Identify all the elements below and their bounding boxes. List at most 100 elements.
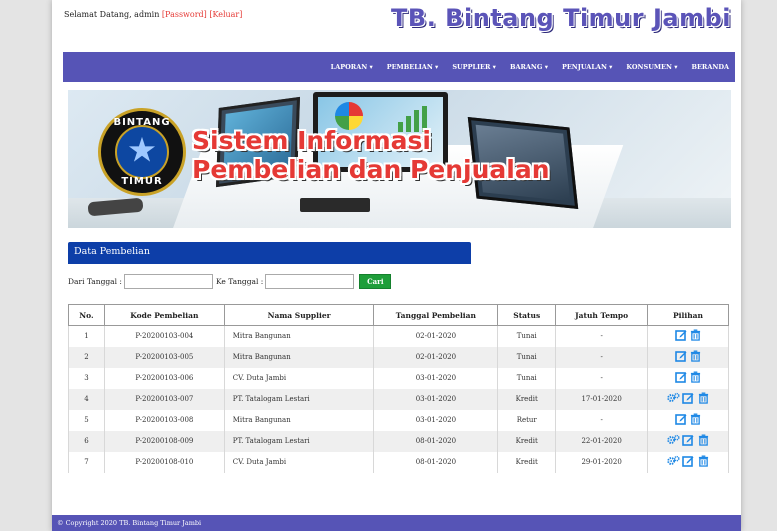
edit-icon[interactable] xyxy=(682,434,694,446)
trash-icon[interactable] xyxy=(697,455,709,467)
edit-icon[interactable] xyxy=(682,392,694,404)
cell-pilihan xyxy=(647,388,729,410)
col-pilihan: Pilihan xyxy=(647,304,729,326)
greeting-text: Selamat Datang, admin xyxy=(64,10,160,19)
logout-link[interactable]: [Keluar] xyxy=(209,10,242,19)
search-button[interactable]: Cari xyxy=(359,274,392,289)
edit-icon[interactable] xyxy=(682,455,694,467)
banner-title-line1: Sistem Informasi xyxy=(192,126,431,155)
cell-kode: P-20200103-006 xyxy=(103,367,225,389)
cell-status: Kredit xyxy=(497,388,557,410)
cell-no: 3 xyxy=(68,367,105,389)
nav-beranda[interactable]: BERANDA xyxy=(691,63,729,71)
hero-banner: BINTANG ★ TIMUR Sistem Informasi Pembeli… xyxy=(68,90,731,228)
cell-no: 2 xyxy=(68,346,105,368)
cell-pilihan xyxy=(647,430,729,452)
company-logo: BINTANG ★ TIMUR xyxy=(98,108,186,196)
password-link[interactable]: [Password] xyxy=(162,10,207,19)
cell-kode: P-20200103-007 xyxy=(103,388,225,410)
cell-pilihan xyxy=(647,367,729,389)
nav-laporan[interactable]: LAPORAN ▾ xyxy=(331,63,373,71)
table-row: 2 P-20200103-005 Mitra Bangunan 02-01-2020 T… xyxy=(68,346,729,368)
cell-tanggal: 08-01-2020 xyxy=(373,430,499,452)
cell-supplier: PT. Tatalogam Lestari xyxy=(223,388,375,410)
section-title: Data Pembelian xyxy=(68,242,471,264)
col-kode: Kode Pembelian xyxy=(103,304,225,326)
table-body: 1 P-20200103-004 Mitra Bangunan 02-01-2020 T… xyxy=(68,325,729,473)
welcome-bar: Selamat Datang, admin [Password] [Keluar… xyxy=(64,10,242,19)
table-row: 3 P-20200103-006 CV. Duta Jambi 03-01-2020 T… xyxy=(68,367,729,389)
cell-supplier: CV. Duta Jambi xyxy=(223,451,375,473)
mini-pc-illustration xyxy=(300,198,370,212)
nav-supplier[interactable]: SUPPLIER ▾ xyxy=(452,63,496,71)
cell-jatuh-tempo: - xyxy=(555,367,649,389)
cell-kode: P-20200103-008 xyxy=(103,409,225,431)
cell-jatuh-tempo: 17-01-2020 xyxy=(555,388,649,410)
banner-title-line2: Pembelian dan Penjualan xyxy=(192,155,550,184)
trash-icon[interactable] xyxy=(697,434,709,446)
cell-no: 5 xyxy=(68,409,105,431)
main-nav: LAPORAN ▾ PEMBELIAN ▾ SUPPLIER ▾ BARANG … xyxy=(63,52,735,82)
gears-icon[interactable] xyxy=(667,434,680,446)
cell-tanggal: 02-01-2020 xyxy=(373,346,499,368)
cell-jatuh-tempo: - xyxy=(555,409,649,431)
col-supplier: Nama Supplier xyxy=(223,304,375,326)
trash-icon[interactable] xyxy=(690,371,702,383)
cell-kode: P-20200103-004 xyxy=(103,325,225,347)
cell-tanggal: 08-01-2020 xyxy=(373,451,499,473)
trash-icon[interactable] xyxy=(690,329,702,341)
table-row: 7 P-20200108-010 CV. Duta Jambi 08-01-2020 K… xyxy=(68,451,729,473)
cell-status: Tunai xyxy=(497,346,557,368)
cell-status: Kredit xyxy=(497,430,557,452)
nav-barang[interactable]: BARANG ▾ xyxy=(510,63,548,71)
trash-icon[interactable] xyxy=(690,413,702,425)
nav-penjualan[interactable]: PENJUALAN ▾ xyxy=(562,63,612,71)
cell-kode: P-20200108-010 xyxy=(103,451,225,473)
from-date-input[interactable] xyxy=(123,274,213,289)
cell-pilihan xyxy=(647,409,729,431)
cell-supplier: CV. Duta Jambi xyxy=(223,367,375,389)
cell-no: 6 xyxy=(68,430,105,452)
to-date-input[interactable] xyxy=(265,274,355,289)
cell-status: Retur xyxy=(497,409,557,431)
col-jatuh-tempo: Jatuh Tempo xyxy=(555,304,649,326)
brand-title: TB. Bintang Timur Jambi xyxy=(391,4,731,32)
cell-status: Kredit xyxy=(497,451,557,473)
nav-konsumen[interactable]: KONSUMEN ▾ xyxy=(626,63,677,71)
cell-status: Tunai xyxy=(497,325,557,347)
cell-pilihan xyxy=(647,346,729,368)
cell-status: Tunai xyxy=(497,367,557,389)
table-row: 1 P-20200103-004 Mitra Bangunan 02-01-2020 T… xyxy=(68,325,729,347)
cell-jatuh-tempo: - xyxy=(555,346,649,368)
edit-icon[interactable] xyxy=(674,413,687,425)
date-filter: Dari Tanggal : Ke Tanggal : Cari xyxy=(68,274,392,289)
cell-supplier: PT. Tatalogam Lestari xyxy=(223,430,375,452)
col-no: No. xyxy=(68,304,105,326)
footer: © Copyright 2020 TB. Bintang Timur Jambi xyxy=(52,515,741,531)
gears-icon[interactable] xyxy=(667,455,680,467)
cell-supplier: Mitra Bangunan xyxy=(223,325,375,347)
cell-tanggal: 03-01-2020 xyxy=(373,388,499,410)
cell-jatuh-tempo: 29-01-2020 xyxy=(555,451,649,473)
gears-icon[interactable] xyxy=(667,392,680,404)
col-status: Status xyxy=(497,304,557,326)
trash-icon[interactable] xyxy=(697,392,709,404)
cell-no: 4 xyxy=(68,388,105,410)
cell-pilihan xyxy=(647,451,729,473)
cell-tanggal: 03-01-2020 xyxy=(373,367,499,389)
cell-jatuh-tempo: 22-01-2020 xyxy=(555,430,649,452)
edit-icon[interactable] xyxy=(674,329,687,342)
page-container: Selamat Datang, admin [Password] [Keluar… xyxy=(52,0,741,531)
col-tanggal: Tanggal Pembelian xyxy=(373,304,499,326)
from-date-label: Dari Tanggal : xyxy=(68,277,122,286)
purchase-table: No. Kode Pembelian Nama Supplier Tanggal… xyxy=(68,304,729,473)
cell-kode: P-20200103-005 xyxy=(103,346,225,368)
cell-supplier: Mitra Bangunan xyxy=(223,409,375,431)
cell-tanggal: 02-01-2020 xyxy=(373,325,499,347)
edit-icon[interactable] xyxy=(674,371,687,383)
trash-icon[interactable] xyxy=(690,350,702,362)
nav-pembelian[interactable]: PEMBELIAN ▾ xyxy=(387,63,439,71)
cell-jatuh-tempo: - xyxy=(555,325,649,347)
edit-icon[interactable] xyxy=(674,350,687,362)
table-row: 6 P-20200108-009 PT. Tatalogam Lestari 08-0… xyxy=(68,430,729,452)
